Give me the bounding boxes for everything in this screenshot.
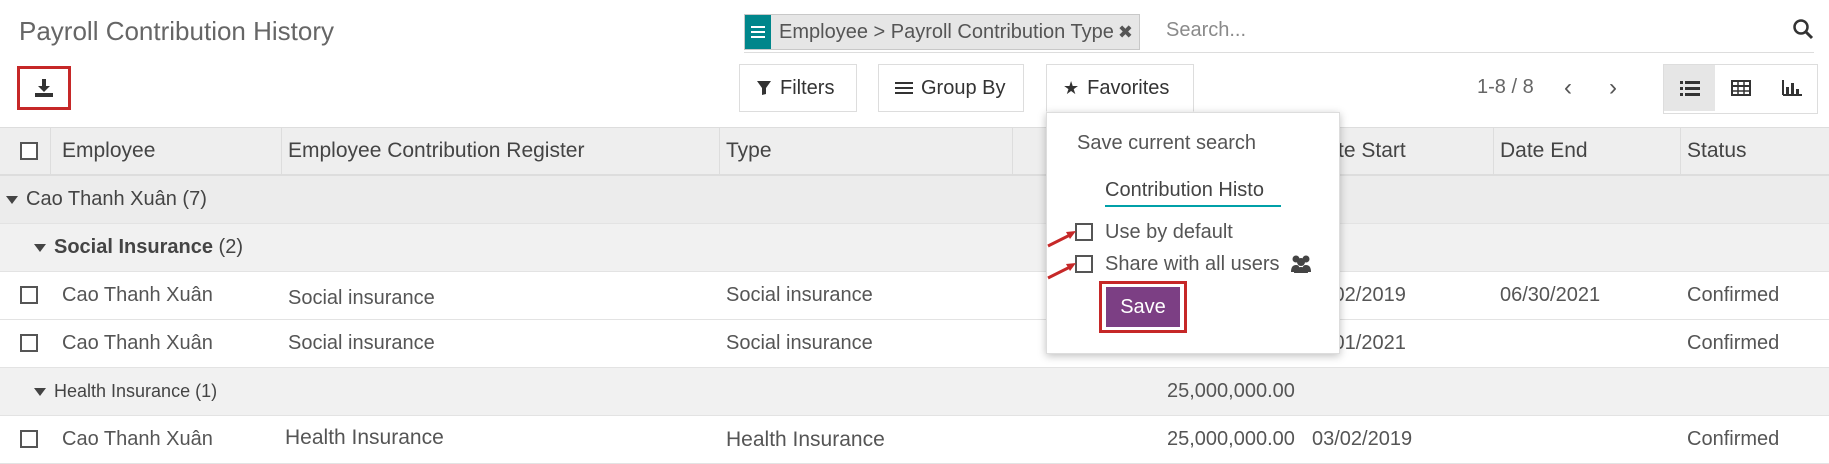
- group-label: Cao Thanh Xuân (7): [6, 176, 207, 223]
- caret-down-icon: [34, 388, 46, 397]
- pager-previous-icon[interactable]: ‹: [1564, 74, 1572, 102]
- cell-register: Social insurance: [288, 287, 435, 309]
- list-icon: [895, 82, 913, 94]
- cell-employee: Cao Thanh Xuân: [62, 428, 213, 450]
- select-all-checkbox[interactable]: [20, 142, 38, 160]
- column-separator: [50, 128, 51, 174]
- group-amount: 25,000,000.00: [1167, 380, 1295, 402]
- filters-label: Filters: [780, 76, 835, 99]
- search-icon[interactable]: [1792, 18, 1814, 40]
- pager-next-icon[interactable]: ›: [1609, 74, 1617, 102]
- star-icon: ★: [1063, 77, 1080, 98]
- cell-register: Health Insurance: [285, 426, 444, 449]
- filters-button[interactable]: Filters: [739, 64, 857, 112]
- cell-status: Confirmed: [1687, 284, 1780, 306]
- group-row-social-insurance[interactable]: Social Insurance (2): [0, 224, 1829, 272]
- column-status[interactable]: Status: [1687, 128, 1747, 174]
- list-table: Employee Employee Contribution Register …: [0, 127, 1829, 464]
- column-type[interactable]: Type: [726, 128, 772, 174]
- use-by-default-label: Use by default: [1105, 221, 1233, 243]
- cell-employee: Cao Thanh Xuân: [62, 332, 213, 354]
- table-row[interactable]: Cao Thanh Xuân Social insurance Social i…: [0, 272, 1829, 320]
- save-highlight: Save: [1099, 281, 1187, 333]
- favorites-dropdown: Save current search Use by default Share…: [1046, 112, 1340, 354]
- column-separator: [1012, 128, 1013, 174]
- caret-down-icon: [34, 243, 46, 252]
- cell-employee: Cao Thanh Xuân: [62, 284, 213, 306]
- save-current-search-label[interactable]: Save current search: [1077, 132, 1256, 155]
- search-input[interactable]: [1164, 18, 1768, 43]
- filter-name-input[interactable]: [1105, 175, 1281, 207]
- cell-register: Social insurance: [288, 332, 435, 354]
- group-label: Health Insurance (1): [34, 368, 217, 415]
- column-register[interactable]: Employee Contribution Register: [288, 128, 584, 174]
- search-facet[interactable]: Employee > Payroll Contribution Type ✖: [744, 14, 1140, 50]
- view-switcher: [1663, 64, 1818, 114]
- cell-date-end: 06/30/2021: [1500, 284, 1601, 306]
- column-date-start[interactable]: te Start: [1338, 128, 1406, 174]
- users-icon: [1291, 255, 1311, 273]
- annotation-arrow: [1047, 263, 1076, 280]
- column-separator: [1493, 128, 1494, 174]
- favorites-label: Favorites: [1087, 76, 1170, 99]
- page-title: Payroll Contribution History: [19, 16, 335, 46]
- cell-amount: 25,000,000.00: [1167, 428, 1295, 450]
- facet-label: Employee > Payroll Contribution Type: [779, 20, 1114, 43]
- cell-status: Confirmed: [1687, 332, 1780, 354]
- annotation-arrow: [1047, 231, 1076, 248]
- share-all-users-label: Share with all users: [1105, 253, 1280, 275]
- group-row-employee[interactable]: Cao Thanh Xuân (7): [0, 176, 1829, 224]
- column-separator: [719, 128, 720, 174]
- row-checkbox[interactable]: [20, 430, 38, 448]
- filter-icon: [757, 81, 771, 95]
- group-label: Social Insurance (2): [34, 224, 243, 271]
- column-employee[interactable]: Employee: [62, 128, 155, 174]
- save-button[interactable]: Save: [1106, 287, 1180, 327]
- search-bar: Employee > Payroll Contribution Type ✖: [744, 12, 1814, 53]
- pivot-view-button[interactable]: [1715, 65, 1766, 111]
- facet-remove-icon[interactable]: ✖: [1118, 22, 1139, 43]
- bar-chart-icon: [1781, 80, 1802, 96]
- cell-type: Social insurance: [726, 332, 873, 354]
- group-by-icon: [745, 15, 771, 49]
- row-checkbox[interactable]: [20, 334, 38, 352]
- list-view-button[interactable]: [1664, 65, 1715, 111]
- favorites-button[interactable]: ★ Favorites: [1046, 64, 1194, 112]
- download-button[interactable]: [17, 66, 71, 110]
- row-checkbox[interactable]: [20, 286, 38, 304]
- group-row-health-insurance[interactable]: Health Insurance (1) 25,000,000.00: [0, 368, 1829, 416]
- group-by-button[interactable]: Group By: [878, 64, 1024, 112]
- table-header: Employee Employee Contribution Register …: [0, 127, 1829, 176]
- column-separator: [281, 128, 282, 174]
- column-separator: [1680, 128, 1681, 174]
- pager-value[interactable]: 1-8 / 8: [1477, 76, 1534, 99]
- caret-down-icon: [6, 195, 18, 204]
- list-view-icon: [1679, 81, 1700, 96]
- graph-view-button[interactable]: [1766, 65, 1817, 111]
- cell-date-start: 03/02/2019: [1312, 428, 1413, 450]
- group-by-label: Group By: [921, 76, 1006, 99]
- table-row[interactable]: Cao Thanh Xuân Health Insurance Health I…: [0, 416, 1829, 464]
- download-icon: [35, 79, 53, 97]
- cell-type: Social insurance: [726, 284, 873, 306]
- column-date-end[interactable]: Date End: [1500, 128, 1588, 174]
- cell-type: Health Insurance: [726, 428, 885, 451]
- table-row[interactable]: Cao Thanh Xuân Social insurance Social i…: [0, 320, 1829, 368]
- cell-status: Confirmed: [1687, 428, 1780, 450]
- table-icon: [1730, 80, 1751, 96]
